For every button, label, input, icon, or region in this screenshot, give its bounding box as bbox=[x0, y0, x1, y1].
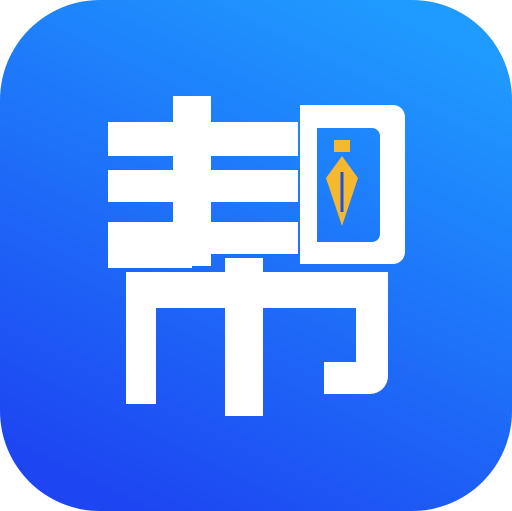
pen-nib-slit bbox=[340, 172, 344, 212]
icon-background bbox=[0, 0, 512, 511]
glyph-lower-left bbox=[126, 272, 156, 404]
app-icon-canvas: 帮 bbox=[0, 0, 512, 511]
glyph-stroke-h4 bbox=[108, 238, 192, 268]
glyph-lower-center bbox=[225, 258, 263, 416]
app-icon[interactable]: 帮 bbox=[0, 0, 512, 511]
pen-nib-cap bbox=[334, 140, 350, 152]
